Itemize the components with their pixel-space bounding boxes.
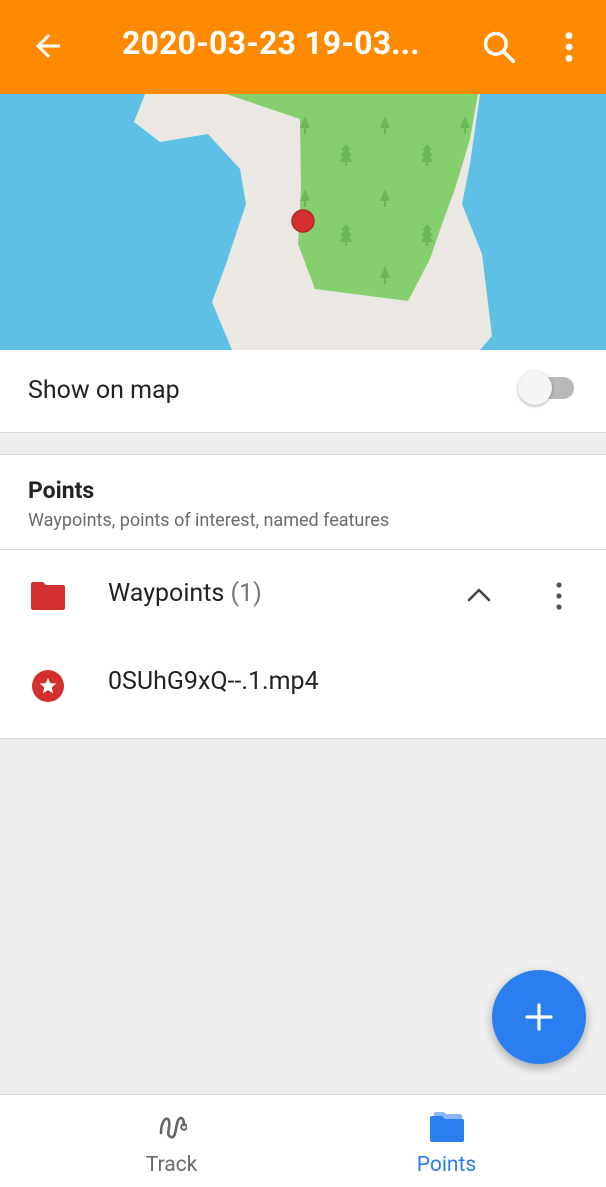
plus-icon	[525, 1003, 553, 1031]
more-vert-icon[interactable]	[551, 581, 567, 611]
star-marker-icon	[32, 670, 64, 702]
list-item[interactable]: 0SUhG9xQ--.1.mp4	[0, 645, 606, 737]
point-name: 0SUhG9xQ--.1.mp4	[108, 667, 319, 696]
tab-track-label: Track	[145, 1153, 198, 1177]
tab-track[interactable]: Track	[20, 1095, 323, 1187]
add-point-button[interactable]	[492, 970, 586, 1064]
page-title: 2020-03-23 19-03...	[122, 24, 420, 62]
bottom-navigation: Track Points	[0, 1094, 606, 1187]
arrow-back-icon[interactable]	[30, 28, 66, 64]
folder-name: Waypoints (1)	[108, 579, 262, 608]
waypoints-folder-row[interactable]: Waypoints (1)	[0, 551, 606, 643]
more-vert-icon[interactable]	[560, 30, 578, 64]
tab-points-label: Points	[416, 1153, 477, 1177]
points-section: Points Waypoints, points of interest, na…	[0, 454, 606, 739]
tab-points[interactable]: Points	[295, 1095, 598, 1187]
folder-icon	[429, 1112, 464, 1142]
app-bar: 2020-03-23 19-03...	[0, 0, 606, 94]
map-point-marker	[291, 209, 315, 233]
section-title: Points	[28, 477, 95, 504]
section-subtitle: Waypoints, points of interest, named fea…	[28, 510, 390, 531]
show-on-map-label: Show on map	[28, 376, 180, 405]
folder-count: (1)	[230, 579, 262, 608]
show-on-map-row[interactable]: Show on map	[0, 350, 606, 433]
track-route-icon	[159, 1116, 187, 1139]
folder-icon	[31, 582, 65, 610]
divider	[0, 549, 606, 550]
map-view[interactable]	[0, 94, 606, 350]
toggle-thumb	[518, 371, 552, 405]
chevron-up-icon[interactable]	[466, 585, 492, 603]
map-canvas	[0, 94, 606, 350]
search-icon[interactable]	[480, 28, 518, 66]
